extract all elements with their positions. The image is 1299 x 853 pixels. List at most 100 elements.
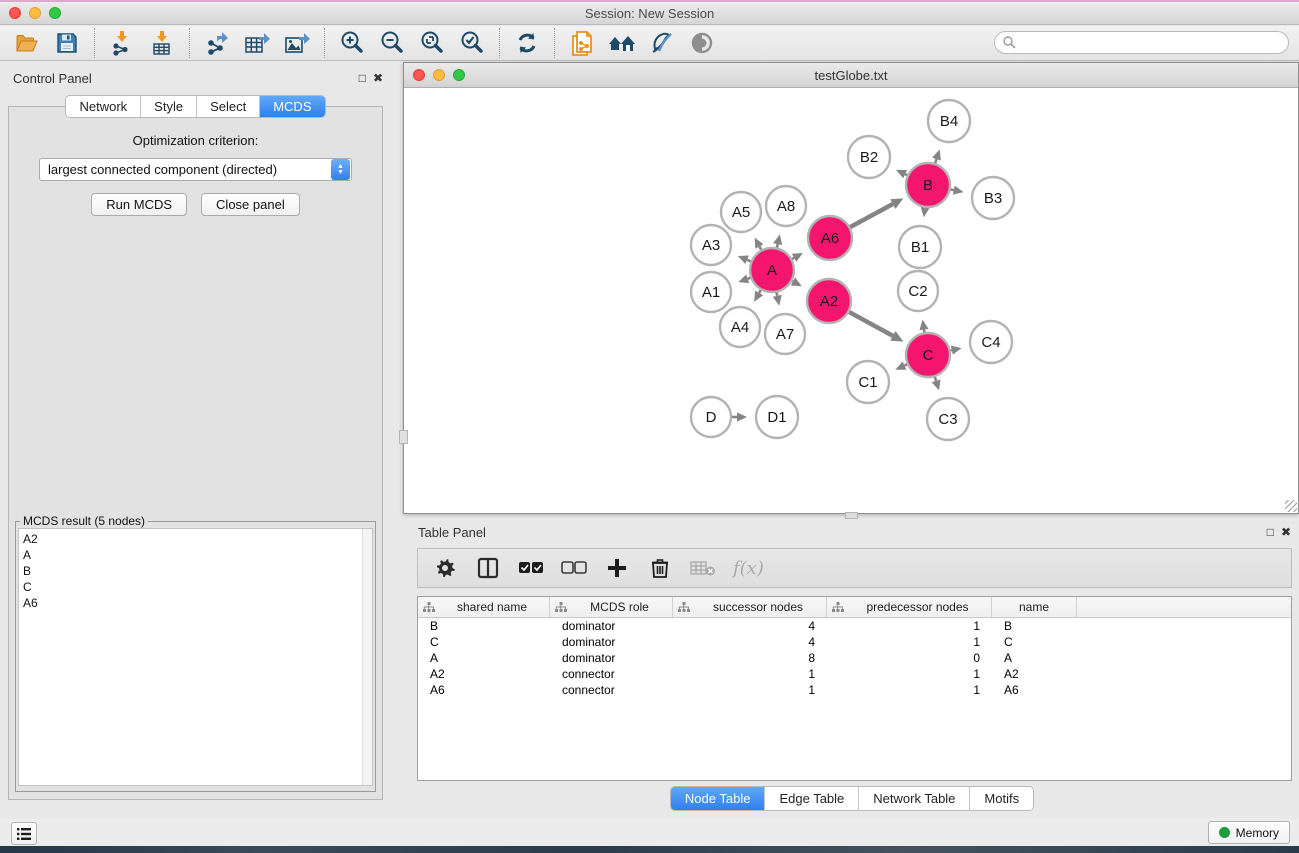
search-field[interactable] <box>994 31 1289 54</box>
task-history-button[interactable] <box>11 822 37 845</box>
run-mcds-button[interactable]: Run MCDS <box>91 193 187 216</box>
table-cell: 1 <box>827 618 992 634</box>
node-label-C2: C2 <box>908 283 927 300</box>
node-label-A7: A7 <box>776 326 794 343</box>
table-cell: B <box>418 618 550 634</box>
network-from-file-icon[interactable] <box>567 29 597 57</box>
node-label-D1: D1 <box>767 409 786 426</box>
cybrowser-icon[interactable] <box>607 29 637 57</box>
main-toolbar <box>0 26 1299 61</box>
zoom-out-icon[interactable] <box>377 29 407 57</box>
open-session-icon[interactable] <box>12 29 42 57</box>
search-icon <box>1002 35 1017 50</box>
table-cell: dominator <box>550 618 673 634</box>
column-header-shared-name[interactable]: shared name <box>418 597 550 617</box>
splitter-handle-bottom[interactable] <box>845 512 858 519</box>
deselect-all-icon[interactable] <box>561 555 587 581</box>
tab-mcds[interactable]: MCDS <box>260 96 324 117</box>
result-item[interactable]: A <box>23 547 372 563</box>
table-row[interactable]: A2connector11A2 <box>418 666 1291 682</box>
network-graph: B4B2BB3B1A5A8A6A3AA1A4A7A2C2CC4C1C3DD1 <box>404 88 1298 513</box>
memory-label: Memory <box>1236 826 1279 840</box>
export-network-icon[interactable] <box>202 29 232 57</box>
function-builder-icon[interactable]: f(x) <box>733 558 764 579</box>
node-label-B4: B4 <box>940 113 958 130</box>
close-panel-button[interactable]: Close panel <box>201 193 300 216</box>
annotation-icon[interactable] <box>647 29 677 57</box>
resize-grip-icon[interactable] <box>1285 500 1297 512</box>
table-row[interactable]: A6connector11A6 <box>418 682 1291 698</box>
export-image-icon[interactable] <box>282 29 312 57</box>
node-table[interactable]: shared nameMCDS role successor nodesprede… <box>417 596 1292 781</box>
table-row[interactable]: Cdominator41C <box>418 634 1291 650</box>
delete-column-icon[interactable] <box>647 555 673 581</box>
network-window-titlebar[interactable]: testGlobe.txt <box>404 63 1298 88</box>
float-table-panel-icon[interactable]: □ <box>1267 525 1274 539</box>
table-cell: 4 <box>673 634 827 650</box>
criterion-dropdown[interactable]: largest connected component (directed) ▲… <box>39 158 352 181</box>
table-tab-node-table[interactable]: Node Table <box>671 787 766 810</box>
splitter-handle-left[interactable] <box>399 430 408 444</box>
import-table-icon[interactable] <box>147 29 177 57</box>
column-label: successor nodes <box>690 600 826 614</box>
network-view-window: testGlobe.txt B4B2BB3B1A5A8A6A3AA1A4A7A2… <box>403 62 1299 514</box>
import-network-icon[interactable] <box>107 29 137 57</box>
result-item[interactable]: B <box>23 563 372 579</box>
main-titlebar: Session: New Session <box>0 2 1299 25</box>
tab-network[interactable]: Network <box>66 96 141 117</box>
edge-A6-B[interactable] <box>848 204 893 228</box>
column-header-predecessor-nodes[interactable]: predecessor nodes <box>827 597 992 617</box>
delete-table-icon[interactable] <box>690 555 716 581</box>
table-cell: A <box>992 650 1077 666</box>
result-item[interactable]: C <box>23 579 372 595</box>
column-header-name[interactable]: name <box>992 597 1077 617</box>
table-cell: connector <box>550 666 673 682</box>
table-cell: B <box>992 618 1077 634</box>
hide-icon[interactable] <box>687 29 717 57</box>
column-browser-icon[interactable] <box>475 555 501 581</box>
close-table-panel-icon[interactable]: ✖ <box>1281 525 1291 539</box>
table-tab-network-table[interactable]: Network Table <box>859 787 970 810</box>
control-panel: Control Panel □ ✖ NetworkStyleSelectMCDS… <box>0 61 391 818</box>
node-label-B: B <box>923 177 933 194</box>
zoom-fit-icon[interactable] <box>417 29 447 57</box>
node-label-A1: A1 <box>702 284 720 301</box>
table-tab-edge-table[interactable]: Edge Table <box>765 787 859 810</box>
node-label-D: D <box>706 409 717 426</box>
mcds-result-list[interactable]: A2ABCA6 <box>18 528 373 786</box>
mcds-panel: Optimization criterion: largest connecte… <box>8 106 383 800</box>
node-label-A2: A2 <box>820 293 838 310</box>
add-column-icon[interactable] <box>604 555 630 581</box>
node-label-A5: A5 <box>732 204 750 221</box>
column-label: shared name <box>435 600 549 614</box>
gear-icon[interactable] <box>432 555 458 581</box>
node-label-C4: C4 <box>981 334 1000 351</box>
table-row[interactable]: Adominator80A <box>418 650 1291 666</box>
float-panel-icon[interactable]: □ <box>359 71 366 85</box>
export-table-icon[interactable] <box>242 29 272 57</box>
result-scrollbar[interactable] <box>362 529 372 785</box>
table-tab-motifs[interactable]: Motifs <box>970 787 1033 810</box>
close-panel-icon[interactable]: ✖ <box>373 71 383 85</box>
column-header-successor-nodes[interactable]: successor nodes <box>673 597 827 617</box>
select-all-icon[interactable] <box>518 555 544 581</box>
refresh-icon[interactable] <box>512 29 542 57</box>
tab-style[interactable]: Style <box>141 96 197 117</box>
network-canvas[interactable]: B4B2BB3B1A5A8A6A3AA1A4A7A2C2CC4C1C3DD1 <box>404 88 1298 513</box>
search-input[interactable] <box>1017 36 1288 50</box>
column-header-MCDS-role[interactable]: MCDS role <box>550 597 673 617</box>
node-label-A6: A6 <box>821 230 839 247</box>
zoom-selected-icon[interactable] <box>457 29 487 57</box>
save-session-icon[interactable] <box>52 29 82 57</box>
mcds-result-group: MCDS result (5 nodes) A2ABCA6 <box>15 514 376 792</box>
edge-A2-C[interactable] <box>847 311 893 336</box>
dropdown-stepper-icon: ▲▼ <box>331 159 350 180</box>
memory-button[interactable]: Memory <box>1208 821 1290 844</box>
result-item[interactable]: A2 <box>23 531 372 547</box>
zoom-in-icon[interactable] <box>337 29 367 57</box>
arrowhead-icon <box>737 412 747 421</box>
result-item[interactable]: A6 <box>23 595 372 611</box>
table-row[interactable]: Bdominator41B <box>418 618 1291 634</box>
tab-select[interactable]: Select <box>197 96 260 117</box>
table-cell: C <box>992 634 1077 650</box>
